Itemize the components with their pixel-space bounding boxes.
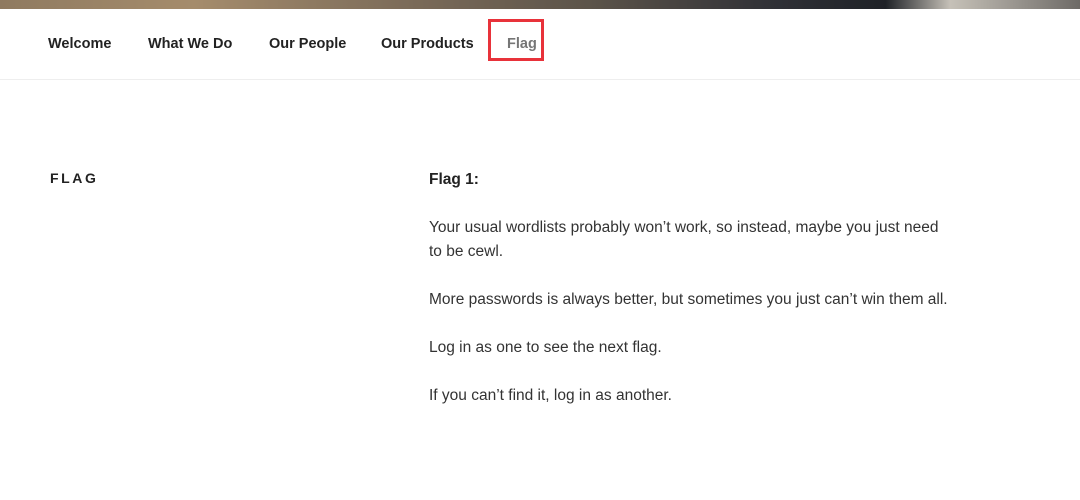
nav-item-our-people[interactable]: Our People (269, 9, 346, 80)
flag-heading: Flag 1: (429, 171, 479, 188)
nav-item-welcome[interactable]: Welcome (48, 9, 111, 80)
page-title: FLAG (50, 170, 99, 186)
header-image-strip (0, 0, 1080, 9)
entry-content: Flag 1: Your usual wordlists probably wo… (429, 168, 949, 432)
nav-item-flag[interactable]: Flag (507, 9, 537, 80)
paragraph-3: Log in as one to see the next flag. (429, 339, 662, 356)
nav-item-our-products[interactable]: Our Products (381, 9, 474, 80)
main-navigation: Welcome What We Do Our People Our Produc… (0, 9, 1080, 80)
nav-item-what-we-do[interactable]: What We Do (148, 9, 232, 80)
paragraph-1: Your usual wordlists probably won’t work… (429, 219, 939, 260)
paragraph-4: If you can’t find it, log in as another. (429, 387, 672, 404)
paragraph-2: More passwords is always better, but som… (429, 291, 948, 308)
